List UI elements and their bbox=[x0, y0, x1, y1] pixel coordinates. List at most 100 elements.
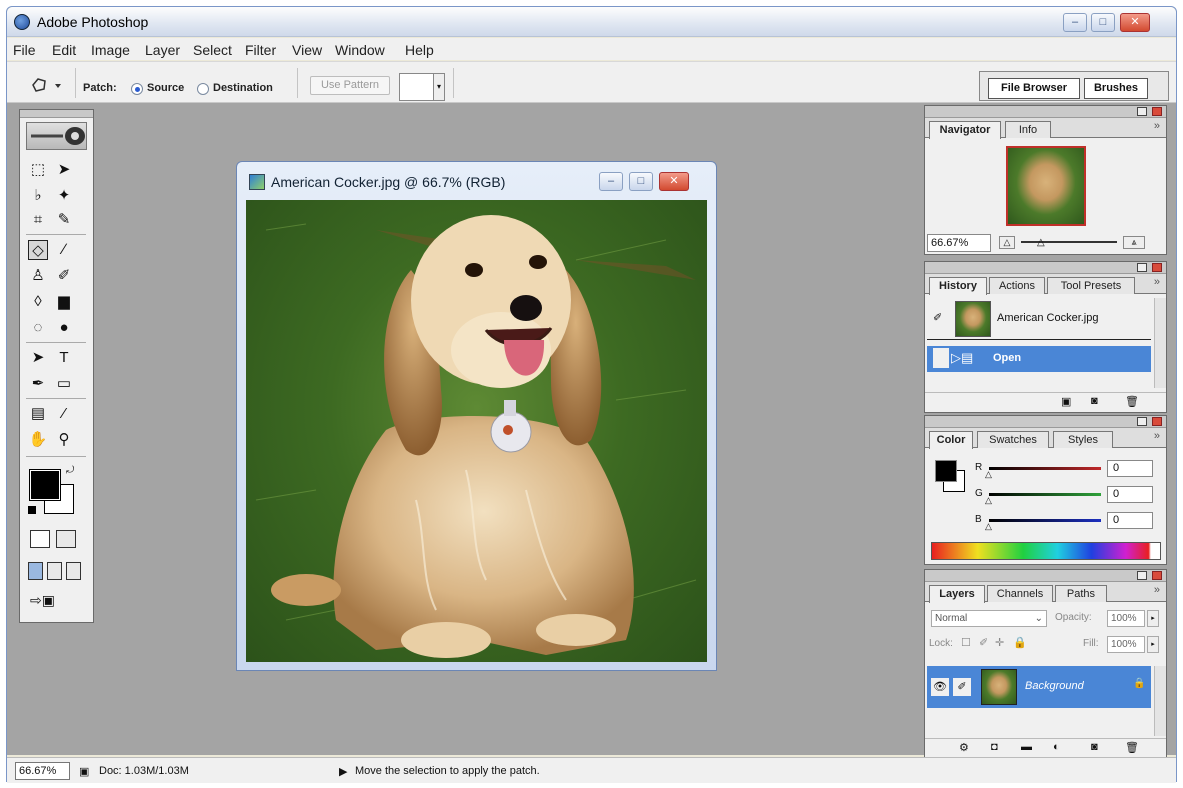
blur-tool-icon[interactable]: ◌ bbox=[28, 318, 48, 338]
green-slider[interactable] bbox=[989, 493, 1101, 496]
tab-layers[interactable]: Layers bbox=[929, 585, 985, 603]
zoom-in-icon[interactable]: ⩓ bbox=[1123, 236, 1145, 249]
shape-tool-icon[interactable]: ▭ bbox=[54, 374, 74, 394]
zoom-tool-icon[interactable]: ⚲ bbox=[54, 430, 74, 450]
panel-close-icon[interactable] bbox=[1152, 263, 1162, 272]
panel-minimize-icon[interactable] bbox=[1137, 571, 1147, 580]
status-menu-arrow-icon[interactable]: ▶ bbox=[339, 765, 347, 778]
red-slider-thumb[interactable]: △ bbox=[985, 469, 992, 480]
color-ramp[interactable] bbox=[931, 542, 1161, 560]
blue-slider[interactable] bbox=[989, 519, 1101, 522]
document-status-icon[interactable]: ▣ bbox=[79, 765, 89, 778]
panel-menu-icon[interactable]: » bbox=[1154, 276, 1160, 288]
eraser-tool-icon[interactable]: ◊ bbox=[28, 292, 48, 312]
panel-minimize-icon[interactable] bbox=[1137, 107, 1147, 116]
blue-value-field[interactable]: 0 bbox=[1107, 512, 1153, 529]
type-tool-icon[interactable]: T bbox=[54, 348, 74, 368]
delete-layer-icon[interactable]: 🗑 bbox=[1125, 741, 1139, 754]
panel-menu-icon[interactable]: » bbox=[1154, 120, 1160, 132]
screen-mode-full-button[interactable] bbox=[66, 562, 81, 580]
menu-layer[interactable]: Layer bbox=[145, 42, 180, 58]
source-label[interactable]: Source bbox=[147, 82, 184, 94]
patch-tool-icon[interactable]: ◇ bbox=[28, 240, 48, 260]
layer-mask-icon[interactable]: ◘ bbox=[991, 741, 998, 753]
slice-tool-icon[interactable]: ✎ bbox=[54, 210, 74, 230]
path-selection-tool-icon[interactable]: ➤ bbox=[28, 348, 48, 368]
history-snapshot-row[interactable]: ✐ American Cocker.jpg bbox=[927, 298, 1151, 340]
layer-visibility-eye-icon[interactable]: 👁 bbox=[931, 678, 949, 696]
image-canvas[interactable] bbox=[246, 200, 707, 662]
fill-arrow-icon[interactable]: ▸ bbox=[1147, 636, 1159, 653]
red-slider[interactable] bbox=[989, 467, 1101, 470]
file-browser-tab[interactable]: File Browser bbox=[988, 78, 1080, 99]
toolbox-header[interactable] bbox=[20, 110, 93, 118]
snapshot-brush-icon[interactable]: ✐ bbox=[933, 311, 947, 325]
close-button[interactable]: ✕ bbox=[1120, 13, 1150, 32]
screen-mode-full-menu-button[interactable] bbox=[47, 562, 62, 580]
foreground-color-swatch[interactable] bbox=[29, 469, 61, 501]
doc-minimize-button[interactable]: – bbox=[599, 172, 623, 191]
history-brush-tool-icon[interactable]: ✐ bbox=[54, 266, 74, 286]
panel-close-icon[interactable] bbox=[1152, 107, 1162, 116]
menu-file[interactable]: File bbox=[13, 42, 36, 58]
jump-to-imageready-icon[interactable]: ⇨▣ bbox=[30, 592, 76, 610]
layer-style-icon[interactable]: ⚙ bbox=[959, 741, 969, 754]
patch-tool-icon[interactable] bbox=[29, 76, 63, 94]
menu-filter[interactable]: Filter bbox=[245, 42, 276, 58]
state-source-box[interactable] bbox=[933, 348, 949, 368]
doc-maximize-button[interactable]: □ bbox=[629, 172, 653, 191]
marquee-tool-icon[interactable]: ⬚ bbox=[28, 160, 48, 180]
menu-window[interactable]: Window bbox=[335, 42, 385, 58]
new-snapshot-icon[interactable]: ◙ bbox=[1091, 395, 1098, 407]
adjustment-layer-icon[interactable]: ◐ bbox=[1053, 741, 1060, 753]
tab-styles[interactable]: Styles bbox=[1053, 431, 1113, 448]
default-colors-icon[interactable] bbox=[28, 506, 36, 514]
magic-wand-tool-icon[interactable]: ✦ bbox=[54, 186, 74, 206]
lock-all-icon[interactable]: 🔒 bbox=[1013, 636, 1027, 649]
minimize-button[interactable]: – bbox=[1063, 13, 1087, 32]
panel-close-icon[interactable] bbox=[1152, 417, 1162, 426]
new-document-icon[interactable]: ▣ bbox=[1061, 395, 1071, 408]
doc-close-button[interactable]: ✕ bbox=[659, 172, 689, 191]
blend-mode-select[interactable]: Normal ⌄ bbox=[931, 610, 1047, 627]
blue-slider-thumb[interactable]: △ bbox=[985, 521, 992, 532]
dodge-tool-icon[interactable]: ● bbox=[54, 318, 74, 338]
maximize-button[interactable]: □ bbox=[1091, 13, 1115, 32]
lock-paint-icon[interactable]: ✐ bbox=[979, 636, 988, 649]
color-foreground-swatch[interactable] bbox=[935, 460, 957, 482]
tab-paths[interactable]: Paths bbox=[1055, 585, 1107, 602]
zoom-out-icon[interactable]: △ bbox=[999, 236, 1015, 249]
crop-tool-icon[interactable]: ⌗ bbox=[28, 210, 48, 230]
panel-minimize-icon[interactable] bbox=[1137, 417, 1147, 426]
panel-menu-icon[interactable]: » bbox=[1154, 584, 1160, 596]
stamp-tool-icon[interactable]: ♙ bbox=[28, 266, 48, 286]
tab-actions[interactable]: Actions bbox=[989, 277, 1045, 294]
tab-color[interactable]: Color bbox=[929, 431, 973, 449]
layer-set-icon[interactable]: ▬ bbox=[1021, 741, 1032, 753]
lasso-tool-icon[interactable]: ♭ bbox=[28, 186, 48, 206]
tab-navigator[interactable]: Navigator bbox=[929, 121, 1001, 139]
tab-tool-presets[interactable]: Tool Presets bbox=[1047, 277, 1135, 294]
panel-menu-icon[interactable]: » bbox=[1154, 430, 1160, 442]
use-pattern-button[interactable]: Use Pattern bbox=[310, 76, 390, 95]
notes-tool-icon[interactable]: ▤ bbox=[28, 404, 48, 424]
screen-mode-standard-button[interactable] bbox=[28, 562, 43, 580]
panel-titlebar[interactable] bbox=[925, 416, 1166, 428]
delete-icon[interactable]: 🗑 bbox=[1125, 395, 1139, 408]
fill-field[interactable]: 100% bbox=[1107, 636, 1145, 653]
history-scrollbar[interactable] bbox=[1154, 298, 1166, 388]
zoom-slider-track[interactable] bbox=[1021, 241, 1117, 243]
pen-tool-icon[interactable]: ✒ bbox=[28, 374, 48, 394]
menu-help[interactable]: Help bbox=[405, 42, 434, 58]
layer-row-background[interactable]: 👁 ✐ Background 🔒 bbox=[927, 666, 1151, 708]
zoom-slider-thumb[interactable]: △ bbox=[1037, 237, 1045, 248]
tab-swatches[interactable]: Swatches bbox=[977, 431, 1049, 448]
menu-select[interactable]: Select bbox=[193, 42, 232, 58]
menu-view[interactable]: View bbox=[292, 42, 322, 58]
opacity-field[interactable]: 100% bbox=[1107, 610, 1145, 627]
new-layer-icon[interactable]: ◙ bbox=[1091, 741, 1098, 753]
panel-titlebar[interactable] bbox=[925, 570, 1166, 582]
lock-move-icon[interactable]: ✛ bbox=[995, 636, 1004, 649]
panel-titlebar[interactable] bbox=[925, 106, 1166, 118]
red-value-field[interactable]: 0 bbox=[1107, 460, 1153, 477]
